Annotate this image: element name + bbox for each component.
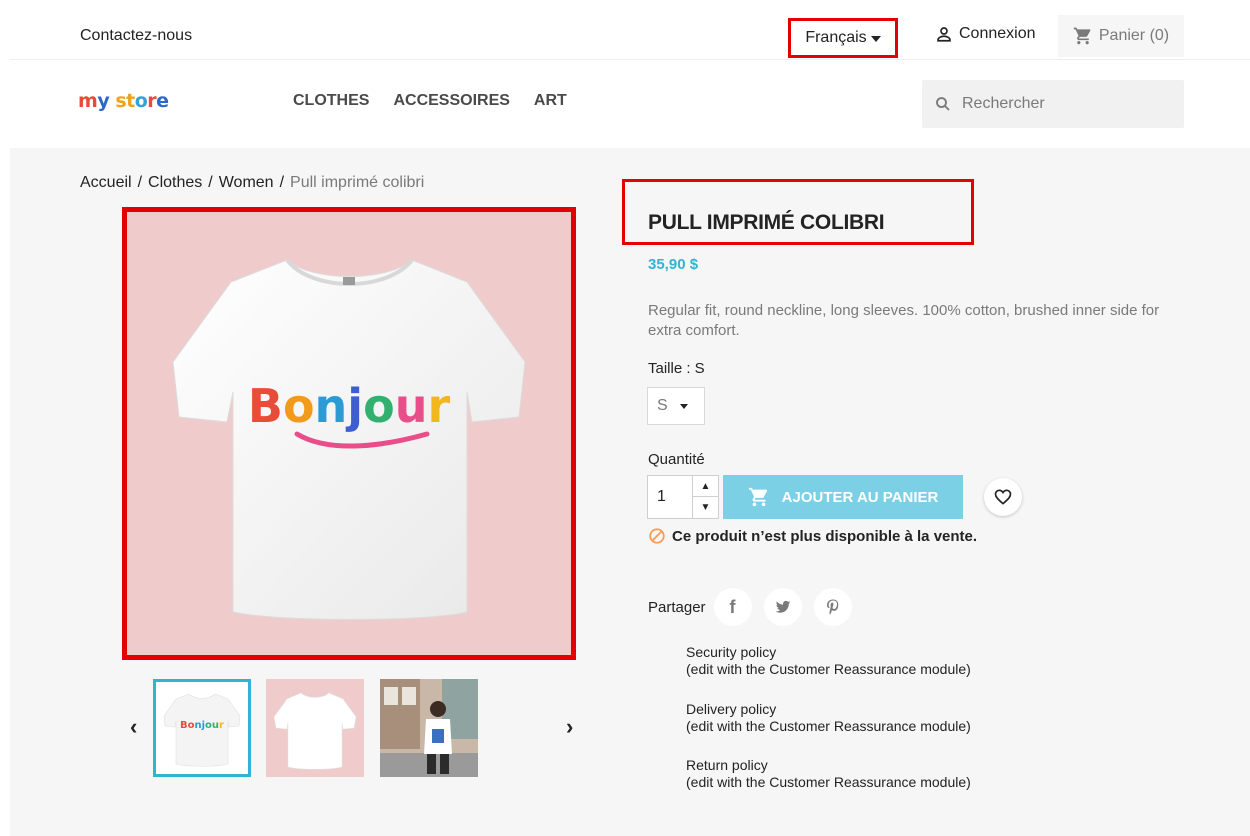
menu-item-art[interactable]: ART [534, 92, 567, 110]
contact-link[interactable]: Contactez-nous [80, 27, 192, 45]
top-bar: Contactez-nous Français Connexion Panier… [10, 0, 1250, 60]
quantity-stepper[interactable]: 1 ▲ ▼ [647, 475, 719, 519]
menu-item-clothes[interactable]: CLOTHES [293, 92, 369, 110]
quantity-up-button[interactable]: ▲ [693, 476, 718, 497]
lifestyle-photo [380, 679, 478, 777]
product-page: Accueil / Clothes / Women / Pull imprimé colib… [10, 148, 1250, 836]
tshirt-thumb-back [273, 692, 357, 770]
main-menu: CLOTHES ACCESSOIRES ART [293, 92, 567, 110]
language-selector[interactable]: Français [788, 18, 898, 58]
tshirt-image: Bonjour [172, 258, 526, 620]
reassurance-title: Delivery policy [686, 701, 777, 717]
add-to-cart-label: AJOUTER AU PANIER [781, 488, 939, 506]
size-label: Taille : S [648, 360, 705, 377]
svg-text:Bonjour: Bonjour [180, 720, 224, 731]
reassurance-title: Security policy [686, 644, 777, 660]
chevron-right-icon[interactable]: › [566, 714, 573, 740]
thumbnail-front[interactable]: Bonjour [153, 679, 251, 777]
thumbnail-back[interactable] [266, 679, 364, 777]
nav-bar: my store CLOTHES ACCESSOIRES ART Recherc… [10, 60, 1250, 148]
caret-down-icon [870, 36, 881, 42]
reassurance-subtitle: (edit with the Customer Reassurance modu… [686, 774, 971, 790]
reassurance-title: Return policy [686, 757, 768, 773]
wishlist-button[interactable] [984, 478, 1022, 516]
cart-icon [748, 487, 767, 507]
search-icon [936, 97, 950, 111]
product-price: 35,90 $ [648, 256, 699, 273]
tshirt-thumb-front: Bonjour [156, 682, 248, 774]
breadcrumb-current: Pull imprimé colibri [290, 174, 425, 191]
product-description: Regular fit, round neckline, long sleeve… [648, 302, 1160, 339]
login-link[interactable]: Connexion [935, 25, 1036, 43]
share-label: Partager [648, 598, 706, 616]
breadcrumb: Accueil / Clothes / Women / Pull imprimé colib… [80, 174, 425, 191]
product-main-image[interactable]: Bonjour [122, 207, 576, 660]
quantity-label: Quantité [648, 451, 705, 468]
add-to-cart-button[interactable]: AJOUTER AU PANIER [723, 475, 963, 519]
product-title: PULL IMPRIMÉ COLIBRI [648, 211, 885, 234]
search-placeholder: Rechercher [962, 95, 1045, 112]
quantity-value: 1 [657, 488, 666, 505]
chevron-left-icon[interactable]: ‹ [130, 714, 137, 740]
reassurance-return: Return policy (edit with the Customer Re… [686, 757, 1106, 791]
user-icon [937, 27, 951, 42]
menu-item-accessoires[interactable]: ACCESSOIRES [393, 92, 509, 110]
language-label: Français [805, 29, 867, 46]
heart-icon [994, 489, 1012, 505]
breadcrumb-clothes[interactable]: Clothes [148, 174, 202, 191]
breadcrumb-home[interactable]: Accueil [80, 174, 132, 191]
caret-down-icon [679, 403, 688, 409]
cart-label: Panier (0) [1098, 27, 1170, 44]
reassurance-delivery: Delivery policy (edit with the Customer … [686, 701, 1106, 735]
twitter-icon[interactable] [763, 588, 802, 626]
quantity-spinner: ▲ ▼ [692, 476, 718, 518]
thumbnail-carousel: ‹ Bonjour › [120, 676, 580, 780]
size-value: S [657, 397, 668, 414]
quantity-down-button[interactable]: ▼ [693, 497, 718, 518]
ban-icon [649, 528, 665, 544]
reassurance-subtitle: (edit with the Customer Reassurance modu… [686, 718, 971, 734]
pinterest-icon[interactable] [813, 588, 852, 626]
search-input[interactable]: Rechercher [922, 80, 1184, 128]
unavailable-notice: Ce produit n’est plus disponible à la ve… [648, 527, 977, 545]
thumbnail-lifestyle[interactable] [380, 679, 478, 777]
breadcrumb-women[interactable]: Women [219, 174, 274, 191]
store-logo[interactable]: my store [78, 90, 169, 112]
facebook-icon[interactable]: f [713, 588, 752, 626]
unavailable-text: Ce produit n’est plus disponible à la ve… [672, 527, 978, 545]
share-row: Partager f [648, 588, 864, 626]
login-label: Connexion [959, 25, 1036, 42]
reassurance-subtitle: (edit with the Customer Reassurance modu… [686, 661, 971, 677]
cart-icon [1073, 27, 1091, 45]
size-select[interactable]: S [647, 387, 705, 425]
reassurance-security: Security policy (edit with the Customer … [686, 644, 1106, 678]
cart-button[interactable]: Panier (0) [1058, 15, 1184, 57]
image-text: Bonjour [248, 379, 451, 433]
